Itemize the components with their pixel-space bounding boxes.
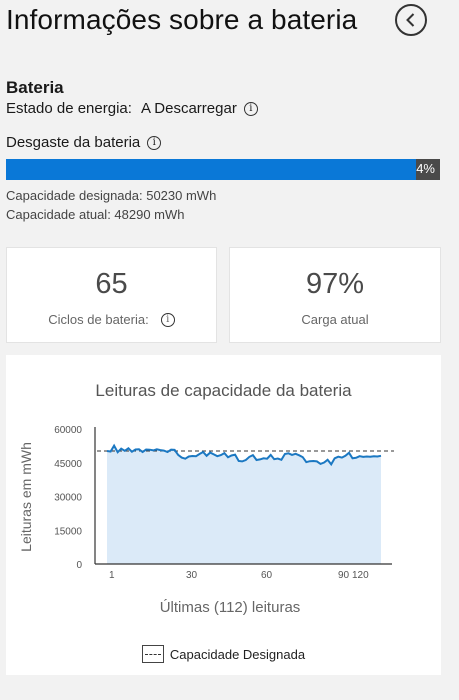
x-tick-label: 120 <box>352 570 369 581</box>
battery-wear-bar: 4% <box>6 159 440 180</box>
y-tick-label: 0 <box>76 560 82 571</box>
legend-label: Capacidade Designada <box>169 646 306 662</box>
capacity-area <box>107 445 381 564</box>
charge-value: 97% <box>305 268 365 300</box>
current-capacity: Capacidade atual: 48290 mWh <box>6 207 185 222</box>
chevron-left-icon <box>406 13 415 27</box>
capacity-chart: 0 15000 30000 45000 60000 1 30 60 90 120 Últimas (… <box>18 425 394 616</box>
x-tick-label: 90 <box>338 570 350 581</box>
y-axis-label: Leituras em mWh <box>18 442 34 552</box>
info-icon[interactable]: i <box>243 101 258 116</box>
cycles-card: 65 Ciclos de bateria: i <box>6 247 217 343</box>
y-tick-label: 45000 <box>54 459 82 470</box>
y-tick-label: 30000 <box>54 493 82 504</box>
charge-card: 97% Carga atual <box>229 247 441 343</box>
designed-capacity: Capacidade designada: 50230 mWh <box>6 188 217 203</box>
page-title: Informações sobre a bateria <box>6 4 358 35</box>
energy-state-row: Estado de energia: A Descarregar i <box>6 100 258 117</box>
chart-legend: Capacidade Designada <box>6 645 441 663</box>
y-tick-label: 60000 <box>54 425 82 436</box>
charge-label: Carga atual <box>301 312 369 327</box>
x-axis-label: Últimas (112) leituras <box>160 599 301 616</box>
back-button[interactable] <box>395 4 427 36</box>
capacity-chart-card: Leituras de capacidade da bateria 0 15000… <box>6 355 441 675</box>
info-icon[interactable]: i <box>160 312 175 327</box>
cycles-value: 65 <box>95 268 128 300</box>
battery-wear-percent: 4% <box>416 161 435 176</box>
cycles-row: Ciclos de bateria: i <box>7 312 216 327</box>
y-tick-label: 15000 <box>54 526 82 537</box>
dashed-line-legend-icon <box>141 645 164 663</box>
energy-state-value: A Descarregar <box>140 100 237 117</box>
x-tick-label: 1 <box>109 570 115 581</box>
energy-state-label: Estado de energia: <box>6 100 132 117</box>
info-icon[interactable]: i <box>147 135 162 150</box>
cycles-label: Ciclos de bateria: <box>48 312 149 327</box>
x-tick-label: 30 <box>186 570 198 581</box>
battery-section-title: Bateria <box>6 78 64 97</box>
x-tick-label: 60 <box>261 570 273 581</box>
battery-wear-label: Desgaste da bateria <box>6 134 141 151</box>
battery-wear-row: Desgaste da bateria i <box>6 134 162 151</box>
